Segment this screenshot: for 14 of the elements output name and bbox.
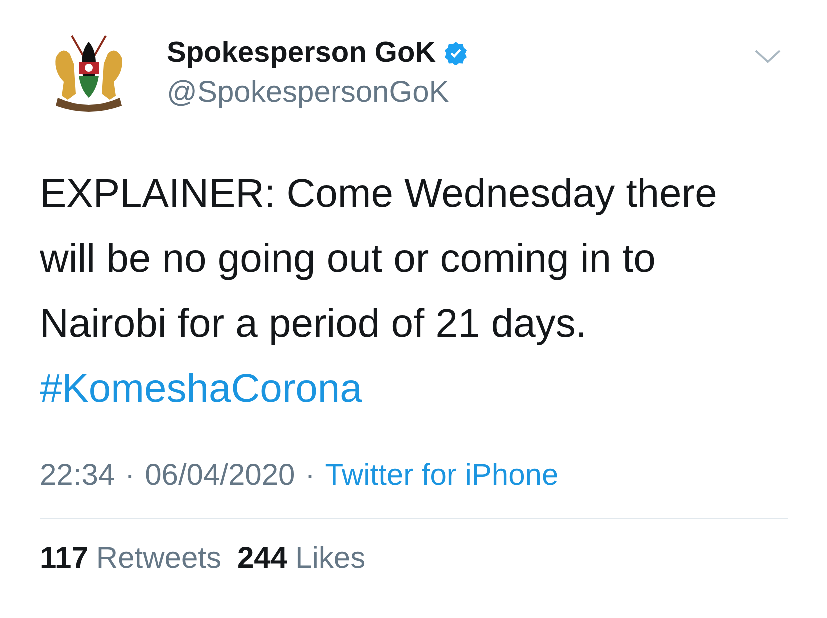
- chevron-down-icon[interactable]: [755, 50, 781, 64]
- author-handle[interactable]: @SpokespersonGoK: [167, 76, 755, 110]
- source-link[interactable]: Twitter for iPhone: [325, 458, 559, 494]
- stat-count: 117: [40, 541, 88, 577]
- hashtag-link[interactable]: #KomeshaCorona: [40, 357, 362, 422]
- tweet-text: EXPLAINER: Come Wednesday there will be no going out or coming in to Nairobi for a period of 21 days.: [40, 171, 718, 348]
- timestamp-text: 22:34: [40, 458, 116, 494]
- stat-label[interactable]: Retweets: [96, 541, 222, 577]
- author-name[interactable]: Spokesperson GoK: [167, 36, 436, 70]
- separator-dot: ·: [305, 458, 316, 494]
- stat-count: 244: [237, 541, 288, 577]
- stat-label[interactable]: Likes: [296, 541, 366, 577]
- timestamp-text: 06/04/2020: [145, 458, 296, 494]
- separator-dot: ·: [125, 458, 136, 494]
